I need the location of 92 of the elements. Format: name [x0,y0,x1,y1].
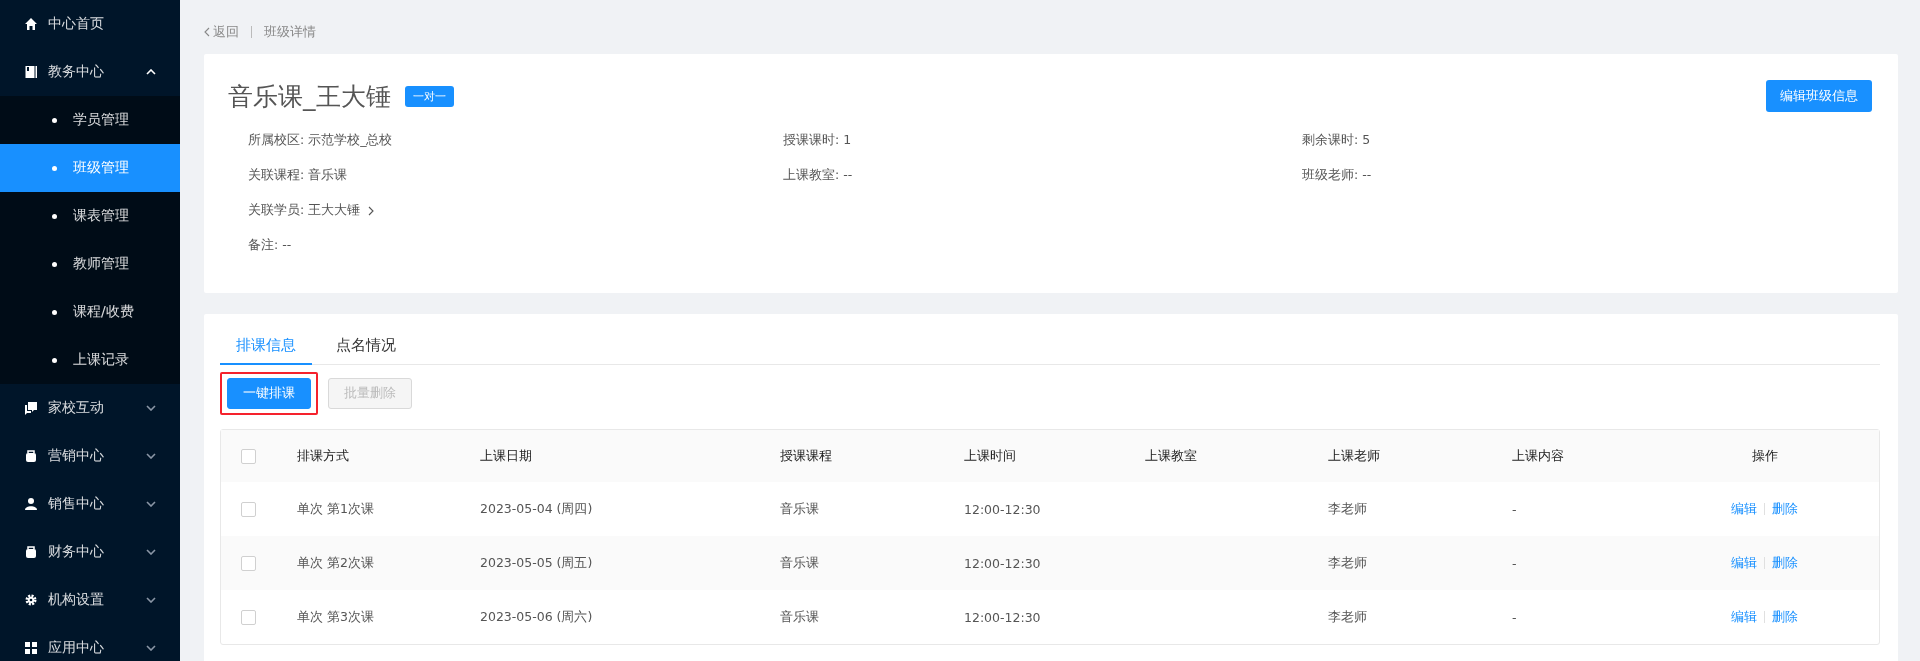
nav-label: 中心首页 [48,15,105,33]
user-icon [24,497,38,511]
table-cell: 李老师 [1328,500,1367,516]
info-field: 关联课程: 音乐课 [248,167,783,184]
table-cell: 音乐课 [780,608,819,624]
column-header: 上课内容 [1512,447,1564,463]
chat-icon [24,401,38,415]
nav-label: 家校互动 [48,399,105,417]
chevron-left-icon [204,27,210,37]
chevron-down-icon [146,453,156,459]
nav-label: 营销中心 [48,447,105,465]
table-cell: - [1512,609,1517,625]
table-cell: 音乐课 [780,500,819,516]
submenu-label: 课表管理 [73,207,129,225]
column-header: 上课时间 [964,447,1016,463]
grid-icon [24,641,38,655]
column-header: 排课方式 [297,447,349,463]
nav-label: 销售中心 [48,495,105,513]
table-cell: 音乐课 [780,554,819,570]
table-cell: 2023-05-05 (周五) [480,554,593,570]
nav-item[interactable]: 应用中心 [0,624,180,661]
column-header: 授课课程 [780,447,832,463]
book-icon [24,65,38,79]
submenu-item[interactable]: 学员管理 [0,96,180,144]
table-cell: 单次 第2次课 [297,554,374,570]
column-header: 上课教室 [1145,447,1197,463]
info-field: 班级老师: -- [1302,167,1872,184]
settings-icon [24,593,38,607]
chevron-down-icon [146,405,156,411]
checkbox[interactable] [241,555,256,571]
column-header: 上课老师 [1328,447,1380,463]
nav-label: 应用中心 [48,639,105,657]
bag-icon [24,545,38,559]
chevron-down-icon [146,549,156,555]
nav-item[interactable]: 机构设置 [0,576,180,624]
nav-label: 教务中心 [48,63,105,81]
table-cell: 单次 第1次课 [297,500,374,516]
table-cell: 12:00-12:30 [964,609,1041,625]
info-field: 剩余课时: 5 [1302,132,1872,149]
bullet-icon [52,213,57,219]
table-cell: - [1512,555,1517,571]
nav-item[interactable]: 中心首页 [0,0,180,48]
column-header: 上课日期 [480,447,532,463]
nav-item[interactable]: 家校互动 [0,384,180,432]
checkbox[interactable] [241,501,256,517]
info-field: 备注: -- [248,237,783,254]
table-cell: 12:00-12:30 [964,501,1041,517]
submenu-label: 班级管理 [73,159,129,177]
nav-label: 财务中心 [48,543,105,561]
nav-label: 机构设置 [48,591,105,609]
submenu-item[interactable]: 教师管理 [0,240,180,288]
chevron-up-icon [146,69,156,75]
table-cell: 12:00-12:30 [964,555,1041,571]
table-cell: 2023-05-04 (周四) [480,500,593,516]
submenu-label: 课程/收费 [73,303,134,321]
chevron-down-icon [146,597,156,603]
table-cell: 李老师 [1328,554,1367,570]
submenu-item[interactable]: 课程/收费 [0,288,180,336]
home-icon [24,17,38,31]
info-field: 授课课时: 1 [783,132,1302,149]
table-cell: - [1512,501,1517,517]
column-header: 操作 [1751,447,1778,465]
nav-item[interactable]: 营销中心 [0,432,180,480]
bullet-icon [52,357,57,363]
chevron-down-icon [146,501,156,507]
chevron-right-icon[interactable] [368,205,375,216]
submenu-item[interactable]: 上课记录 [0,336,180,384]
info-field: 上课教室: -- [783,167,1302,184]
checkbox[interactable] [241,609,256,625]
bullet-icon [52,117,57,123]
table-cell: 2023-05-06 (周六) [480,608,593,624]
bag-icon [24,449,38,463]
class-title: 音乐课_王大锤 [228,80,391,113]
submenu-label: 学员管理 [73,111,129,129]
class-type-tag: 一对一 [404,85,454,107]
nav-item[interactable]: 销售中心 [0,480,180,528]
submenu-label: 教师管理 [73,255,129,273]
bullet-icon [52,165,57,171]
info-field: 所属校区: 示范学校_总校 [248,132,783,149]
nav-item[interactable]: 财务中心 [0,528,180,576]
table-cell: 单次 第3次课 [297,608,374,624]
tab[interactable]: 点名情况 [320,328,412,365]
table-cell: 李老师 [1328,608,1367,624]
breadcrumb-current: 班级详情 [264,23,316,41]
nav-item[interactable]: 教务中心 [0,48,180,96]
submenu-label: 上课记录 [73,351,129,369]
info-field: 关联学员: 王大大锤 [248,202,361,219]
bullet-icon [52,261,57,267]
submenu-item[interactable]: 课表管理 [0,192,180,240]
chevron-down-icon [146,645,156,651]
checkbox[interactable] [241,448,256,464]
bullet-icon [52,309,57,315]
